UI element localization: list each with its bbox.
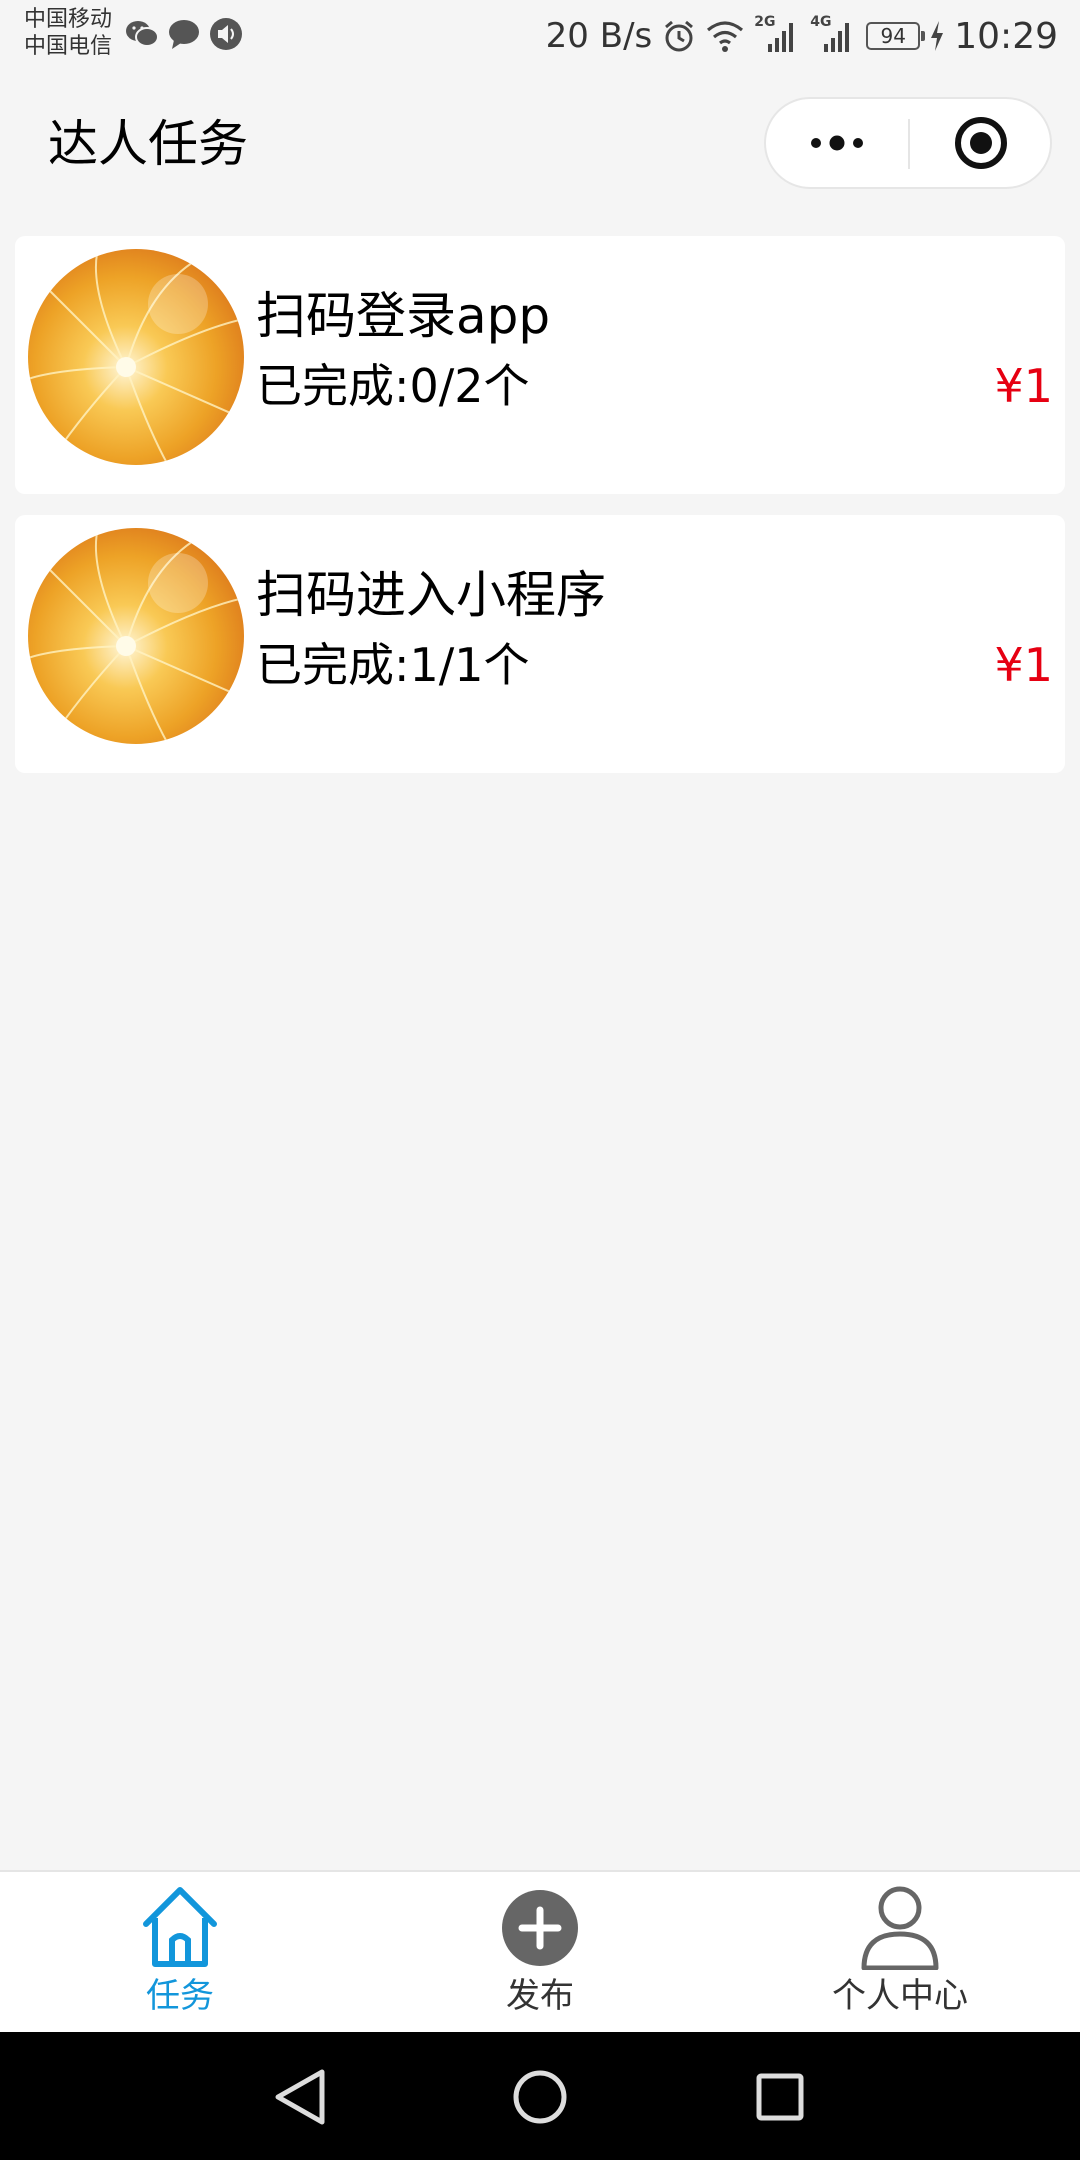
tab-label: 任务 [146, 1976, 214, 2016]
task-title: 扫码登录app [256, 287, 551, 345]
status-bar: 中国移动 中国电信 20 B/s 2G 4G 94 10:29 [0, 0, 1080, 72]
close-button[interactable] [910, 99, 1052, 187]
battery-indicator: 94 [866, 22, 926, 50]
status-right: 20 B/s 2G 4G 94 10:29 [546, 10, 1058, 62]
home-icon [143, 1887, 217, 1967]
carrier-labels: 中国移动 中国电信 [24, 6, 112, 60]
wechat-icon [126, 21, 159, 47]
wifi-icon [707, 21, 744, 52]
page-title: 达人任务 [48, 115, 248, 173]
clock: 10:29 [954, 15, 1058, 57]
task-list: 扫码登录app 已完成:0/2个 ¥1 扫码进入小程序 已完成:1/1个 ¥1 [15, 236, 1065, 794]
task-card[interactable]: 扫码进入小程序 已完成:1/1个 ¥1 [15, 515, 1065, 773]
alarm-icon [665, 20, 694, 52]
carrier-2: 中国电信 [24, 34, 113, 59]
task-avatar [28, 528, 244, 744]
charging-icon [931, 21, 944, 51]
task-card[interactable]: 扫码登录app 已完成:0/2个 ¥1 [15, 236, 1065, 494]
network-speed: 20 B/s [545, 16, 653, 56]
tab-bar: 任务 发布 个人中心 [0, 1870, 1080, 2032]
task-progress: 已完成:0/2个 [256, 359, 530, 413]
signal-2g: 2G [754, 14, 800, 56]
speaker-icon [210, 18, 242, 50]
plus-circle-icon [502, 1890, 578, 1966]
home-circle-icon[interactable] [505, 2062, 575, 2132]
task-price: ¥1 [994, 359, 1053, 413]
notification-icons [124, 16, 244, 52]
message-icon [169, 20, 199, 49]
tab-label: 发布 [506, 1976, 574, 2016]
signal-bars-icon [768, 23, 794, 52]
target-circle-icon [955, 117, 1007, 169]
tab-label: 个人中心 [832, 1976, 968, 2016]
carrier-1: 中国移动 [24, 7, 113, 32]
signal-bars-icon [824, 23, 850, 52]
more-button[interactable] [766, 99, 908, 187]
miniprogram-capsule [764, 97, 1052, 189]
flower-petal-image [28, 528, 244, 744]
task-title: 扫码进入小程序 [256, 566, 606, 624]
task-price: ¥1 [994, 638, 1053, 692]
more-dots-icon [811, 135, 863, 151]
tab-profile[interactable]: 个人中心 [720, 1872, 1080, 2032]
tab-publish[interactable]: 发布 [360, 1872, 720, 2032]
person-icon [861, 1886, 939, 1970]
recents-square-icon[interactable] [745, 2062, 815, 2132]
flower-petal-image [28, 249, 244, 465]
task-avatar [28, 249, 244, 465]
signal-4g: 4G [810, 14, 856, 56]
system-navigation-bar [0, 2032, 1080, 2160]
tab-tasks[interactable]: 任务 [0, 1872, 360, 2032]
task-progress: 已完成:1/1个 [256, 638, 530, 692]
back-triangle-icon[interactable] [266, 2062, 336, 2132]
